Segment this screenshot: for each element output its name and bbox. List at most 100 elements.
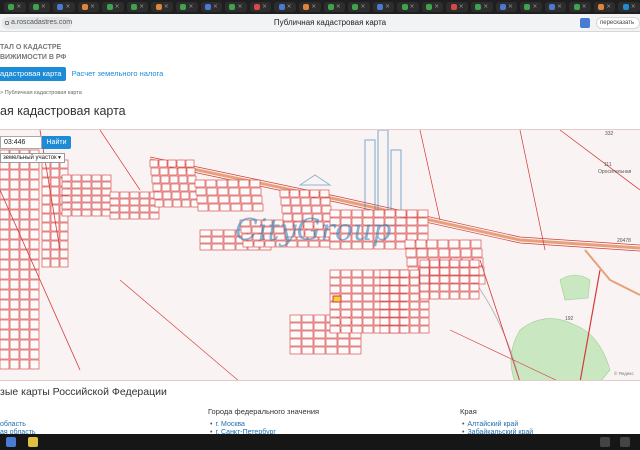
land-parcel — [427, 248, 439, 258]
krai-title: Края — [460, 407, 477, 416]
land-parcel — [179, 183, 189, 192]
browser-tab[interactable]: × — [372, 2, 395, 12]
close-icon[interactable]: × — [237, 4, 242, 10]
close-icon[interactable]: × — [410, 4, 415, 10]
nav-cadastral-map[interactable]: адастровая карта — [0, 67, 66, 81]
close-icon[interactable]: × — [164, 4, 169, 10]
cadastral-number-input[interactable]: 03:446 — [0, 136, 42, 149]
browser-tab[interactable]: × — [151, 2, 174, 12]
close-icon[interactable]: × — [262, 4, 267, 10]
land-parcel — [429, 291, 440, 300]
land-parcel — [29, 319, 40, 330]
close-icon[interactable]: × — [631, 4, 636, 10]
land-parcel — [399, 285, 410, 294]
land-parcel — [417, 225, 429, 234]
site-logo-text[interactable]: ТАЛ О КАДАСТРЕ ВИЖИМОСТИ В РФ — [0, 43, 120, 63]
browser-tab[interactable]: × — [77, 2, 100, 12]
land-parcel — [320, 197, 331, 206]
browser-tab[interactable]: × — [348, 2, 370, 12]
close-icon[interactable]: × — [582, 4, 587, 10]
close-icon[interactable]: × — [115, 4, 120, 10]
nav-land-tax[interactable]: Расчет земельного налога — [66, 67, 170, 81]
map-canvas[interactable]: CityGroup 20478 Оросительная 192 332 111 — [0, 130, 640, 381]
land-parcel — [211, 229, 224, 237]
tab-favicon-icon — [8, 4, 15, 10]
land-parcel — [325, 338, 338, 347]
address-bar[interactable]: a.roscadastres.com — [2, 17, 72, 29]
close-icon[interactable]: × — [90, 4, 95, 10]
land-parcel — [301, 205, 312, 214]
close-icon[interactable]: × — [16, 4, 21, 10]
land-parcel — [340, 309, 352, 318]
folder-icon[interactable] — [28, 437, 38, 447]
close-icon[interactable]: × — [360, 4, 365, 10]
breadcrumb[interactable]: > Публичная кадастровая карта — [0, 90, 82, 96]
close-icon[interactable]: × — [287, 4, 292, 10]
object-type-select[interactable]: земельный участок ▼ — [0, 153, 65, 163]
tray-icon[interactable] — [600, 437, 610, 447]
land-parcel — [101, 188, 112, 196]
close-icon[interactable]: × — [311, 4, 316, 10]
close-icon[interactable]: × — [188, 4, 193, 10]
land-parcel — [340, 269, 352, 278]
browser-tab[interactable]: × — [28, 2, 51, 12]
land-parcel — [59, 258, 69, 268]
close-icon[interactable]: × — [385, 4, 390, 10]
land-parcel — [279, 189, 290, 198]
close-icon[interactable]: × — [508, 4, 513, 10]
browser-tab[interactable]: × — [618, 2, 640, 12]
close-icon[interactable]: × — [606, 4, 611, 10]
close-icon[interactable]: × — [434, 4, 439, 10]
browser-tab[interactable]: × — [102, 2, 124, 12]
browser-tab[interactable]: × — [4, 2, 26, 12]
close-icon[interactable]: × — [213, 4, 218, 10]
tray-icon[interactable] — [620, 437, 630, 447]
browser-tab[interactable]: × — [397, 2, 419, 12]
close-icon[interactable]: × — [557, 4, 562, 10]
browser-tab[interactable]: × — [274, 2, 296, 12]
browser-tab[interactable]: × — [446, 2, 468, 12]
find-button[interactable]: Найти — [42, 136, 71, 149]
close-icon[interactable]: × — [483, 4, 488, 10]
browser-tab[interactable]: × — [569, 2, 591, 12]
cadastral-map[interactable]: CityGroup 20478 Оросительная 192 332 111 — [0, 129, 640, 381]
extension-icon[interactable] — [580, 18, 590, 28]
selected-parcel — [332, 295, 342, 303]
land-parcel — [362, 301, 374, 310]
start-icon[interactable] — [6, 437, 16, 447]
land-parcel — [289, 322, 302, 331]
browser-tab[interactable]: × — [593, 2, 616, 12]
browser-tab[interactable]: × — [126, 2, 149, 12]
land-parcel — [459, 259, 470, 268]
browser-tab[interactable]: × — [544, 2, 567, 12]
land-parcel — [19, 309, 30, 320]
browser-tab[interactable]: × — [176, 2, 198, 12]
browser-tab[interactable]: × — [298, 2, 321, 12]
land-parcel — [218, 195, 230, 204]
close-icon[interactable]: × — [41, 4, 46, 10]
land-parcel — [301, 322, 314, 331]
close-icon[interactable]: × — [65, 4, 70, 10]
land-parcel — [389, 269, 400, 278]
browser-tab[interactable]: × — [200, 2, 223, 12]
browser-tab[interactable]: × — [323, 2, 346, 12]
close-icon[interactable]: × — [139, 4, 144, 10]
land-parcel — [59, 231, 69, 241]
area-label: 332 — [605, 131, 614, 137]
land-parcel — [29, 239, 40, 250]
browser-tab[interactable]: × — [495, 2, 518, 12]
land-parcel — [310, 197, 321, 206]
retell-button[interactable]: пересказать — [596, 17, 640, 29]
browser-tab[interactable]: × — [249, 2, 272, 12]
browser-tab[interactable]: × — [225, 2, 247, 12]
land-parcel — [362, 293, 374, 302]
browser-tab[interactable]: × — [421, 2, 444, 12]
close-icon[interactable]: × — [336, 4, 341, 10]
close-icon[interactable]: × — [459, 4, 464, 10]
browser-tab[interactable]: × — [53, 2, 75, 12]
browser-tab[interactable]: × — [470, 2, 493, 12]
map-attribution[interactable]: © Яндекс — [614, 371, 634, 376]
browser-tab[interactable]: × — [520, 2, 542, 12]
close-icon[interactable]: × — [532, 4, 537, 10]
land-parcel — [0, 209, 10, 220]
